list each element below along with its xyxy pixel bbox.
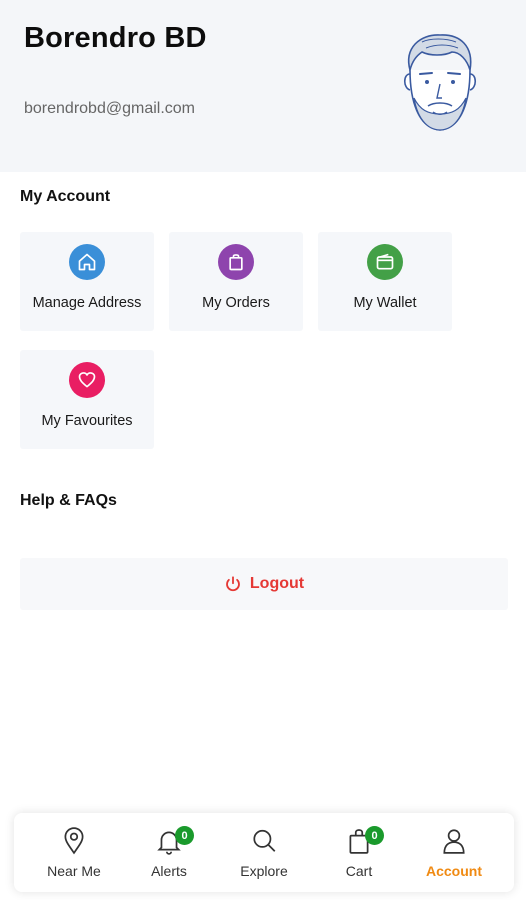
help-faqs-link[interactable]: Help & FAQs — [20, 492, 117, 510]
alerts-badge: 0 — [175, 826, 194, 845]
logout-label: Logout — [249, 575, 305, 592]
my-orders-tile[interactable]: My Orders — [169, 232, 303, 331]
shopping-bag-icon — [218, 244, 254, 280]
home-icon — [69, 244, 105, 280]
user-email: borendrobd@gmail.com — [24, 100, 195, 117]
tile-label: My Wallet — [353, 295, 417, 311]
my-wallet-tile[interactable]: My Wallet — [318, 232, 452, 331]
tile-label: Manage Address — [32, 295, 142, 311]
manage-address-tile[interactable]: Manage Address — [20, 232, 154, 331]
nav-item-cart[interactable]: 0 Cart — [309, 813, 409, 892]
profile-header: Borendro BD borendrobd@gmail.com — [0, 0, 526, 172]
logout-button[interactable]: Logout — [20, 558, 508, 610]
user-icon — [443, 829, 465, 854]
nav-label: Alerts — [151, 863, 187, 879]
avatar[interactable] — [400, 30, 480, 134]
nav-item-explore[interactable]: Explore — [214, 813, 314, 892]
location-pin-icon — [64, 827, 84, 855]
cart-badge: 0 — [365, 826, 384, 845]
user-name: Borendro BD — [24, 22, 207, 54]
nav-label: Account — [426, 863, 482, 879]
tile-label: My Favourites — [41, 413, 133, 429]
search-icon — [253, 829, 276, 852]
section-title-my-account: My Account — [20, 188, 111, 205]
nav-label: Near Me — [47, 863, 101, 879]
tile-label: My Orders — [202, 295, 270, 311]
nav-label: Cart — [345, 863, 373, 879]
nav-label: Explore — [240, 863, 288, 879]
heart-icon — [69, 362, 105, 398]
power-icon — [226, 576, 240, 592]
bottom-nav: Near Me 0 Alerts Explore 0 Cart Account — [14, 813, 514, 892]
nav-item-account[interactable]: Account — [404, 813, 504, 892]
wallet-icon — [367, 244, 403, 280]
nav-item-alerts[interactable]: 0 Alerts — [119, 813, 219, 892]
nav-item-near-me[interactable]: Near Me — [24, 813, 124, 892]
my-favourites-tile[interactable]: My Favourites — [20, 350, 154, 449]
